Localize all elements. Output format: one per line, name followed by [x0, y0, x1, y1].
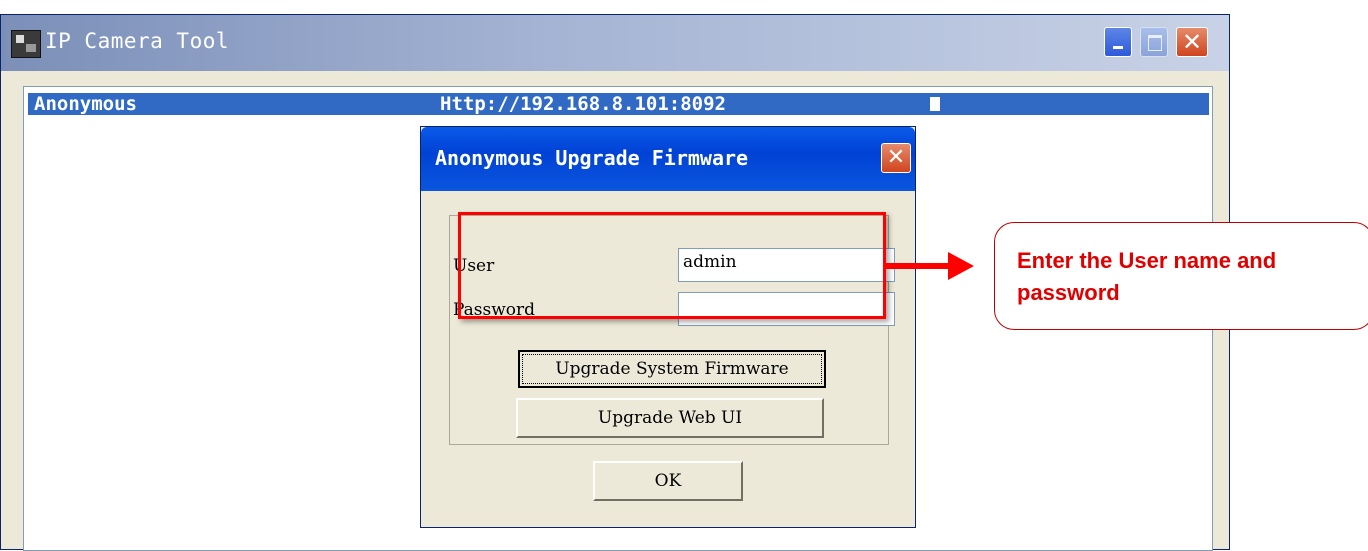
callout-arrow-line	[886, 263, 952, 269]
callout-text: Enter the User name and password	[1017, 248, 1277, 305]
camera-tool-app-icon	[11, 30, 41, 58]
device-name: Anonymous	[34, 93, 137, 115]
dialog-close-icon[interactable]: ✕	[881, 143, 911, 173]
upgrade-web-ui-button[interactable]: Upgrade Web UI	[516, 398, 824, 438]
dialog-title-bar[interactable]: Anonymous Upgrade Firmware ✕	[421, 127, 915, 191]
upgrade-firmware-dialog: Anonymous Upgrade Firmware ✕ User admin …	[420, 126, 916, 528]
close-icon[interactable]: ✕	[1176, 27, 1208, 57]
device-row-selected[interactable]: Anonymous Http://192.168.8.101:8092	[28, 93, 1209, 115]
minimize-icon[interactable]	[1104, 27, 1132, 57]
device-url: Http://192.168.8.101:8092	[440, 93, 726, 115]
instruction-callout: Enter the User name and password	[994, 222, 1368, 330]
ok-button[interactable]: OK	[593, 461, 743, 501]
maximize-icon[interactable]	[1140, 27, 1168, 57]
dialog-title: Anonymous Upgrade Firmware	[435, 146, 749, 170]
callout-arrow-icon	[948, 252, 974, 280]
credentials-highlight-box	[458, 212, 886, 319]
device-status-indicator	[930, 97, 940, 111]
main-title-bar[interactable]: IP Camera Tool ✕	[1, 15, 1229, 71]
window-title: IP Camera Tool	[45, 29, 230, 53]
upgrade-system-firmware-button[interactable]: Upgrade System Firmware	[518, 350, 826, 388]
